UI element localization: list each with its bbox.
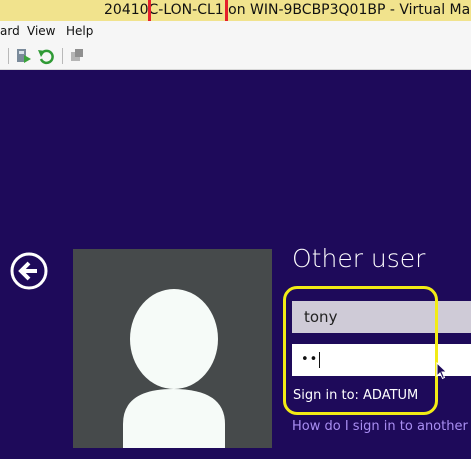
snapshot-icon[interactable] — [68, 47, 86, 69]
menu-item-help[interactable]: Help — [66, 21, 93, 42]
sign-in-domain-label: Sign in to: ADATUM — [293, 388, 419, 403]
menu-item-view[interactable]: View — [27, 21, 55, 42]
menu-item-clipboard[interactable]: ard — [0, 21, 20, 42]
toolbar — [0, 42, 471, 70]
toolbar-separator — [62, 48, 63, 64]
user-avatar — [73, 249, 272, 448]
password-mask: •• — [301, 352, 319, 367]
reset-icon[interactable] — [15, 47, 33, 69]
page-title: Other user — [292, 244, 426, 273]
other-domain-help-link[interactable]: How do I sign in to another domain? — [292, 419, 471, 434]
menu-bar: ard View Help — [0, 21, 471, 42]
back-arrow-icon — [10, 252, 48, 290]
mouse-cursor-icon — [436, 361, 448, 380]
title-bar[interactable]: 20410C-LON-CL1 on WIN-9BCBP3Q01BP - Virt… — [0, 0, 471, 21]
text-caret — [319, 351, 321, 368]
user-silhouette-icon — [123, 289, 225, 448]
vm-connection-window: 20410C-LON-CL1 on WIN-9BCBP3Q01BP - Virt… — [0, 0, 471, 459]
revert-icon[interactable] — [37, 47, 55, 69]
username-field[interactable]: tony — [292, 301, 471, 333]
toolbar-separator — [8, 48, 9, 64]
back-button[interactable] — [10, 252, 48, 290]
